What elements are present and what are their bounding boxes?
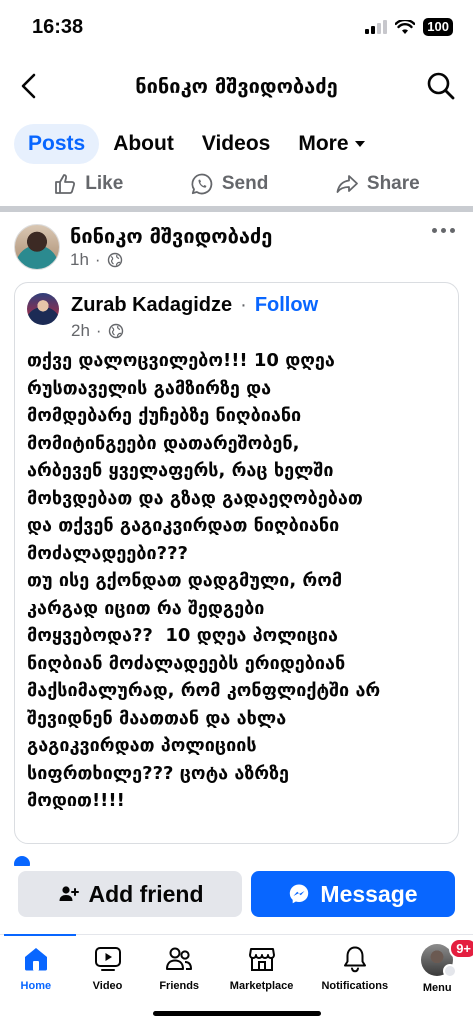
search-button[interactable] [425, 70, 457, 102]
nav-marketplace-label: Marketplace [229, 980, 294, 992]
back-button[interactable] [14, 70, 46, 102]
caret-down-icon [354, 141, 365, 147]
notification-badge: 9+ [449, 938, 473, 959]
author-avatar[interactable] [14, 224, 60, 270]
meta-dot: · [94, 250, 101, 269]
nav-active-indicator [4, 934, 76, 936]
nav-notifications[interactable]: Notifications [308, 940, 401, 1000]
profile-actions: Like Send Share [0, 166, 473, 202]
shared-author-avatar[interactable] [27, 293, 59, 325]
tab-videos[interactable]: Videos [188, 124, 284, 164]
whatsapp-icon [191, 173, 213, 195]
shared-post-header: Zurab Kadagidze · Follow [71, 294, 318, 317]
marketplace-icon [248, 948, 275, 971]
tab-more-label: More [298, 132, 349, 155]
search-icon [427, 72, 455, 100]
shared-post-text: თქვე დალოცვილებო!!! 10 დღეა რუსთაველის გ… [27, 350, 381, 811]
meta-dot: · [95, 321, 102, 340]
tab-about[interactable]: About [99, 124, 188, 164]
send-label: Send [221, 173, 269, 194]
nav-video-label: Video [92, 980, 123, 992]
video-icon [94, 947, 121, 971]
like-button[interactable]: Like [53, 172, 123, 196]
message-label: Message [320, 880, 418, 907]
nav-menu-label: Menu [422, 982, 452, 994]
share-label: Share [366, 173, 420, 194]
profile-tabs: Posts About Videos More [14, 123, 379, 165]
menu-hamburger-icon [443, 964, 458, 978]
home-indicator [152, 1011, 321, 1016]
battery-indicator: 100 [423, 18, 453, 36]
globe-icon [107, 252, 122, 268]
send-button[interactable]: Send [190, 172, 268, 196]
nav-video[interactable]: Video [72, 940, 144, 1000]
post-author-name[interactable]: ნინიკო მშვიდობაძე [70, 224, 272, 248]
message-button[interactable]: Message [251, 871, 455, 917]
nav-notifications-label: Notifications [321, 980, 389, 992]
meta-dot: · [240, 294, 247, 316]
bell-icon [343, 946, 366, 973]
share-arrow-icon [336, 175, 358, 193]
nav-home[interactable]: Home [0, 940, 72, 1000]
shared-post-meta: 2h · [71, 321, 124, 341]
bottom-nav: Home Video Friends Marketplace Notificat… [0, 938, 473, 1000]
wifi-icon [395, 19, 416, 34]
add-person-icon [59, 886, 79, 901]
section-divider [0, 206, 473, 212]
follow-button[interactable]: Follow [255, 294, 318, 317]
tab-more[interactable]: More [284, 124, 378, 164]
add-friend-label: Add friend [88, 880, 204, 907]
thumbs-up-icon [55, 174, 76, 194]
globe-icon [108, 323, 123, 339]
chevron-left-icon [21, 73, 36, 99]
post-meta: 1h · [70, 250, 123, 270]
nav-friends-label: Friends [159, 980, 200, 992]
page-header: ნინიკო მშვიდობაძე [0, 60, 473, 112]
status-time: 16:38 [32, 16, 84, 38]
post-header: ნინიკო მშვიდობაძე 1h · [14, 222, 459, 272]
signal-icon [365, 20, 388, 34]
shared-author-name[interactable]: Zurab Kadagidze [71, 294, 232, 317]
menu-avatar: 9+ [421, 938, 473, 978]
friends-icon [166, 947, 193, 970]
nav-friends[interactable]: Friends [143, 940, 215, 1000]
status-icons: 100 [365, 18, 453, 36]
nav-home-label: Home [20, 980, 52, 992]
post-options-button[interactable] [432, 228, 455, 233]
share-button[interactable]: Share [335, 172, 420, 196]
home-icon [24, 948, 47, 971]
reactions-icon[interactable] [14, 856, 38, 866]
shared-post-time: 2h [71, 321, 90, 340]
messenger-icon [290, 884, 309, 904]
like-label: Like [85, 173, 124, 194]
nav-marketplace[interactable]: Marketplace [215, 940, 308, 1000]
page-title: ნინიკო მშვიდობაძე [135, 74, 338, 98]
tab-posts[interactable]: Posts [14, 124, 100, 164]
add-friend-button[interactable]: Add friend [18, 871, 242, 917]
nav-menu[interactable]: 9+ Menu [401, 938, 473, 1000]
post-time: 1h [70, 250, 89, 269]
status-bar: 16:38 100 [0, 0, 473, 56]
shared-post-card[interactable]: Zurab Kadagidze · Follow 2h · თქვე დალოც… [14, 282, 459, 844]
